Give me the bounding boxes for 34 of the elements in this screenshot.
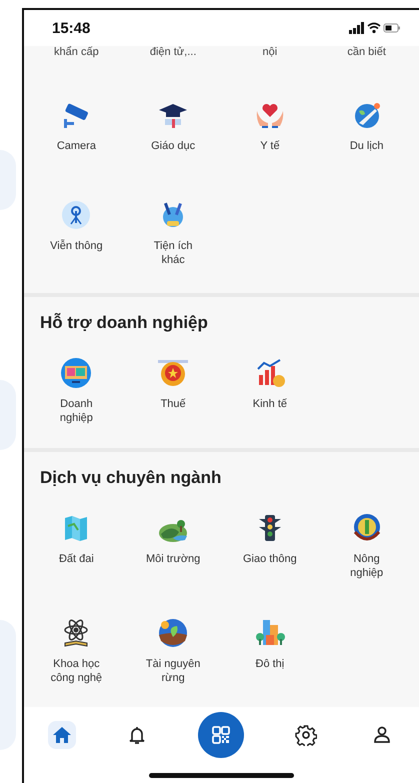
service-label[interactable]: Camera	[56, 139, 96, 153]
service-label[interactable]: Giáo dục	[151, 139, 196, 153]
user-icon	[372, 725, 392, 745]
service-label[interactable]: Viễn thông	[50, 239, 103, 253]
service-label[interactable]: Giao thông	[242, 552, 297, 566]
qr-code-icon	[210, 725, 230, 745]
service-label[interactable]: Y tế	[260, 139, 280, 153]
service-label[interactable]: Thuế	[160, 397, 186, 411]
service-label[interactable]: Đô thị	[256, 657, 284, 671]
service-label[interactable]: Môi trường	[146, 552, 200, 566]
earth-plant-icon	[157, 617, 190, 649]
section-heading: Hỗ trợ doanh nghiệp	[40, 313, 209, 333]
home-icon	[52, 725, 72, 745]
service-label[interactable]: Nông nghiệp	[336, 552, 397, 580]
service-label[interactable]: Đất đai	[58, 552, 94, 566]
service-label[interactable]: Du lịch	[350, 139, 384, 153]
service-label: khẩn cấp	[53, 46, 100, 58]
bell-icon	[126, 725, 146, 745]
service-label[interactable]: Khoa học công nghệ	[46, 657, 106, 685]
service-label: cần biết	[346, 46, 387, 58]
emblem-icon	[157, 357, 190, 389]
service-label[interactable]: Doanh nghiệp	[46, 397, 106, 425]
antenna-icon	[60, 199, 92, 231]
settings-icon	[294, 724, 316, 746]
service-label[interactable]: Tài nguyên rừng	[143, 657, 204, 685]
status-time: 15:48	[52, 20, 90, 36]
service-label[interactable]: Kinh tế	[252, 397, 287, 411]
service-label: điện tử,...	[148, 46, 198, 58]
status-icons	[349, 22, 401, 34]
scan-button[interactable]	[198, 712, 244, 758]
section-heading: Dịch vụ chuyên ngành	[40, 468, 222, 488]
service-label[interactable]: Tiện ích khác	[143, 239, 204, 267]
monitor-icon	[60, 357, 92, 389]
service-label: nội	[262, 46, 278, 58]
